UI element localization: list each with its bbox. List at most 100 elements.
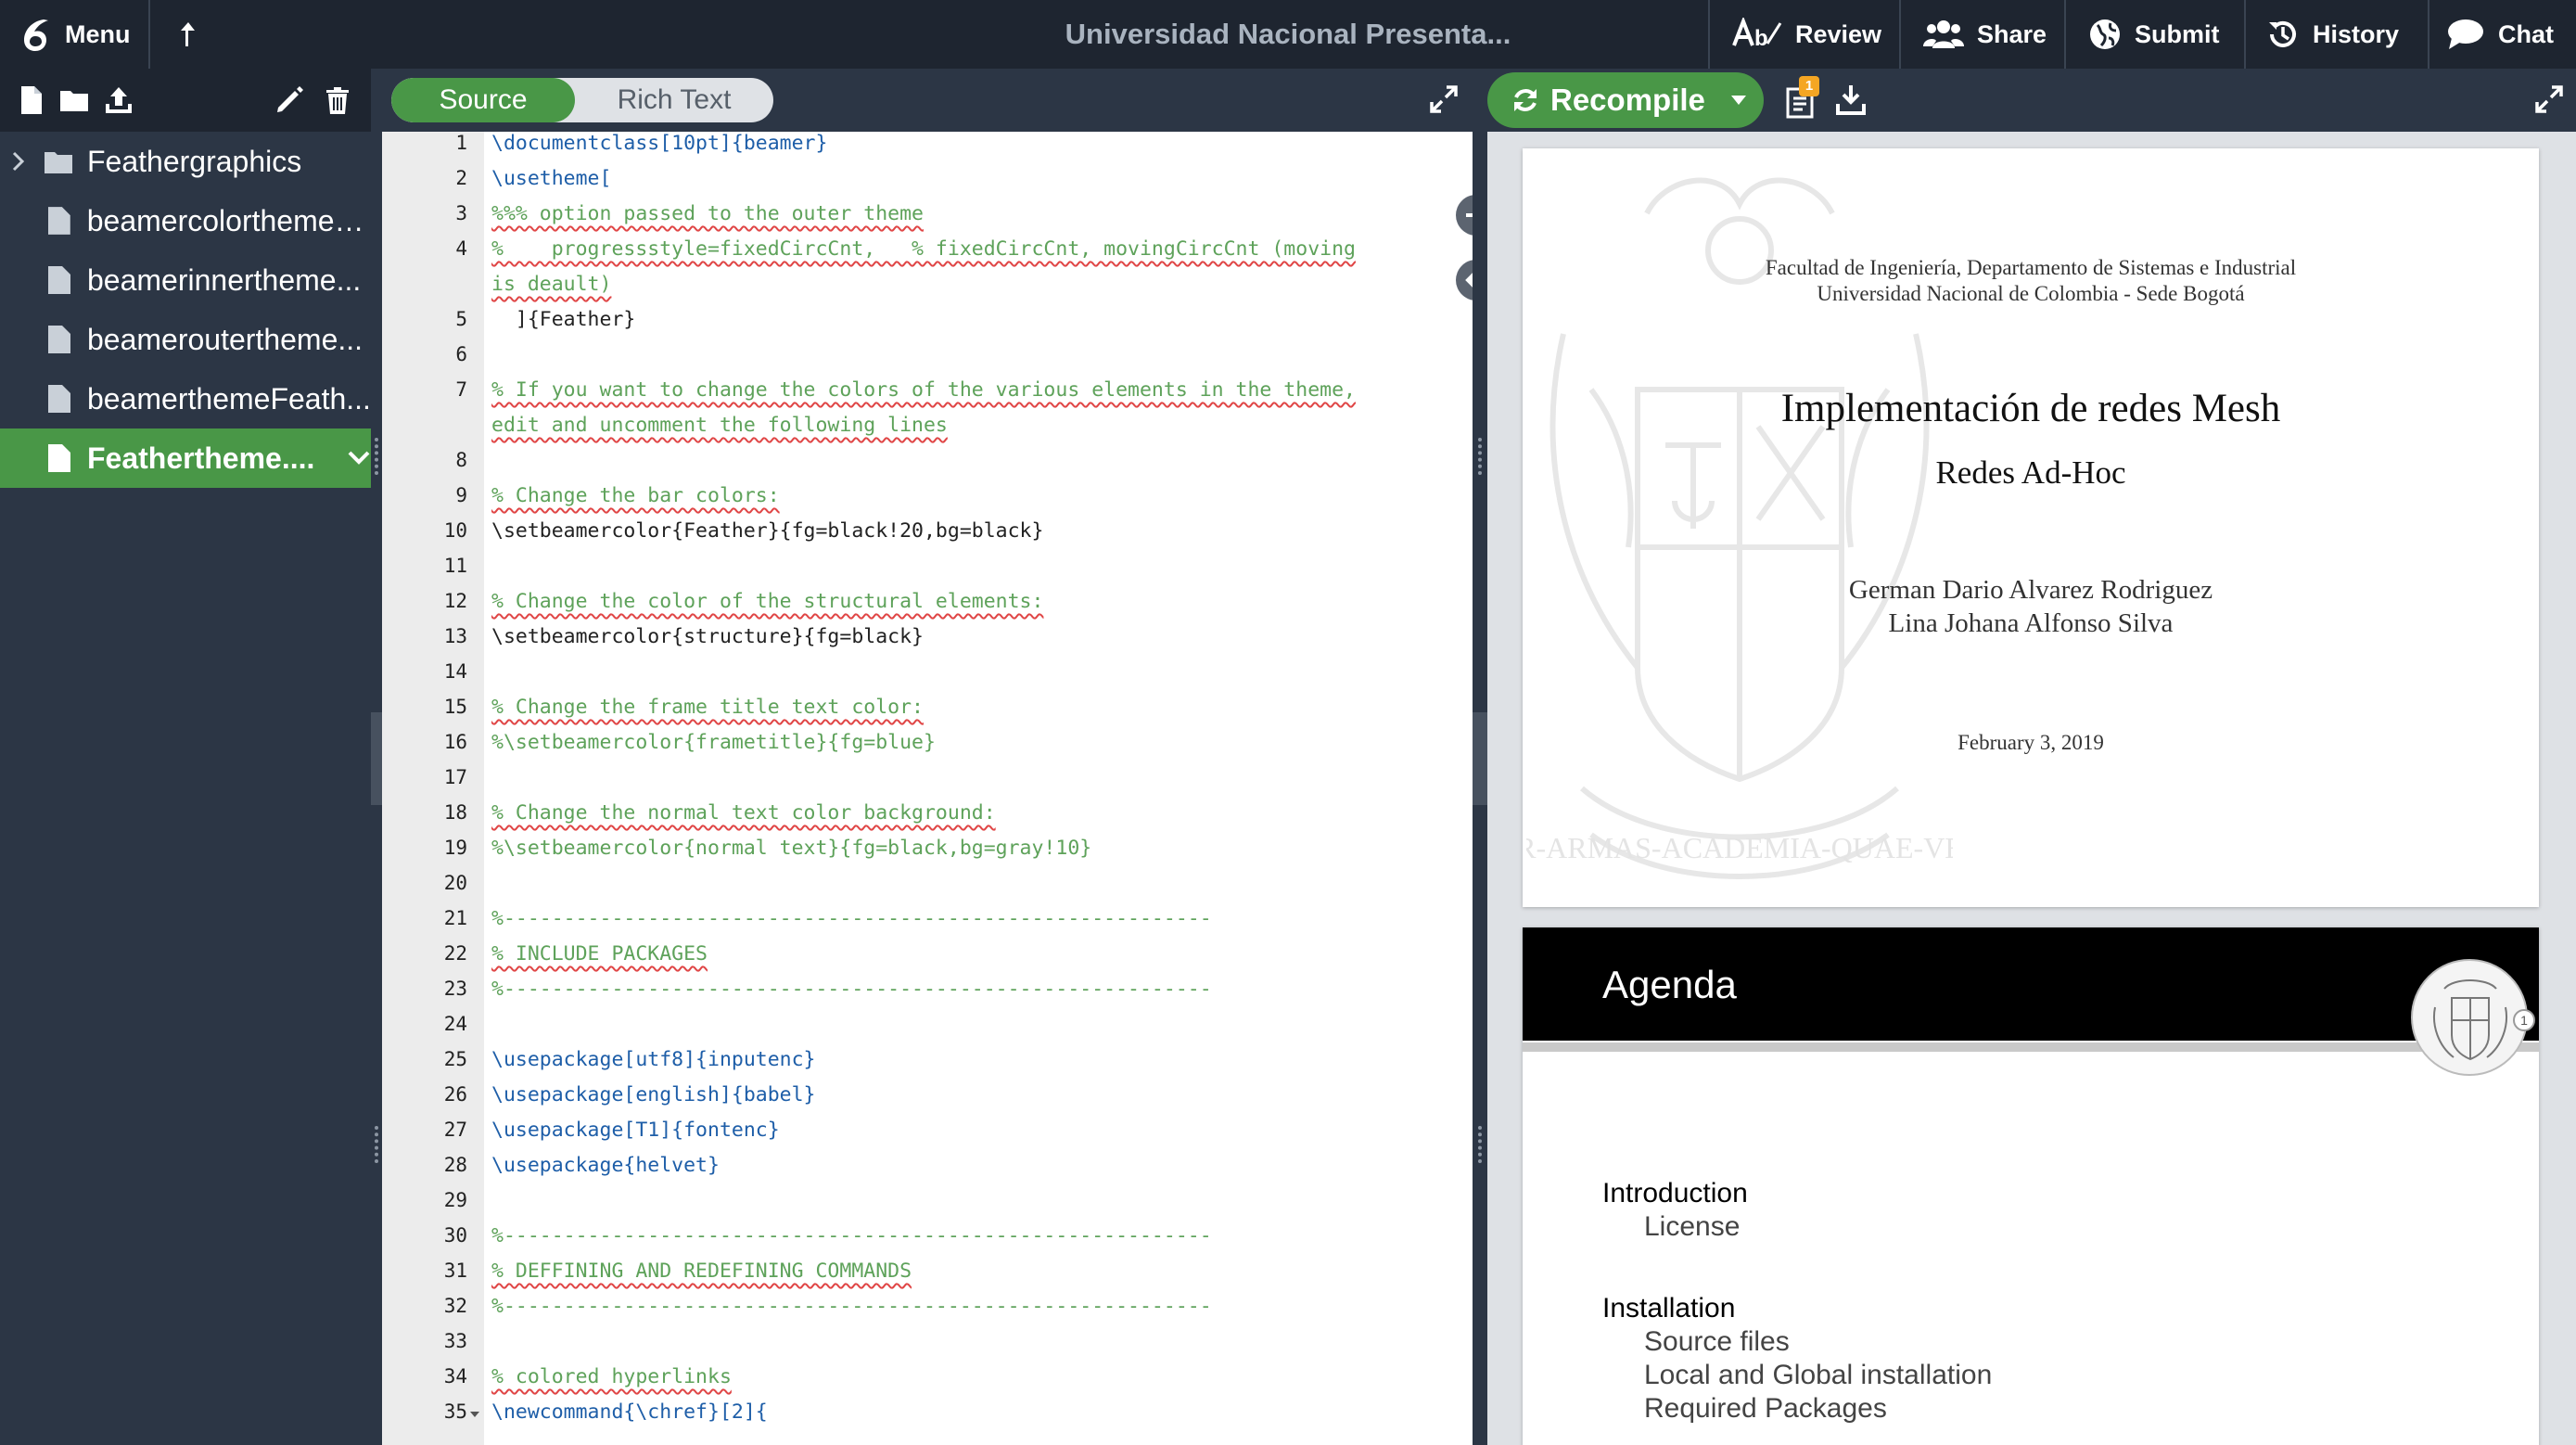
share-button[interactable]: Share: [1923, 0, 2047, 69]
file-tree-panel: Feathergraphics beamercolorthemeF... bea…: [0, 69, 371, 1445]
line-number: 21: [443, 907, 467, 929]
faculty-line: Facultad de Ingeniería, Departamento de …: [1765, 256, 2297, 279]
rich-text-mode-button[interactable]: Rich Text: [575, 78, 773, 122]
line-number: 7: [455, 378, 467, 401]
expand-icon[interactable]: [1430, 85, 1458, 113]
chat-button[interactable]: Chat: [2446, 0, 2554, 69]
code-line: edit and uncomment the following lines: [491, 414, 948, 437]
seal-motto: INTER-ARMAS-ACADEMIA-QUAE-VERUM: [1526, 831, 1953, 864]
university-seal-icon: [2433, 979, 2507, 1061]
review-button[interactable]: b Review: [1730, 0, 1881, 69]
agenda-section: Introduction: [1602, 1178, 1748, 1208]
drag-handle[interactable]: [1478, 438, 1482, 475]
history-button[interactable]: History: [2266, 0, 2399, 69]
agenda-section: Installation: [1602, 1293, 1736, 1324]
divider: [2064, 0, 2066, 69]
line-number: 11: [443, 555, 467, 577]
drag-handle[interactable]: [375, 438, 378, 475]
editor-toolbar: Source Rich Text: [382, 69, 1473, 132]
line-number: 6: [455, 343, 467, 365]
line-number: 22: [443, 942, 467, 965]
users-icon: [1923, 20, 1964, 48]
code-line: %\setbeamercolor{frametitle}{fg=blue}: [491, 731, 936, 754]
editor-mode-toggle: Source Rich Text: [391, 78, 773, 122]
presentation-subtitle: Redes Ad-Hoc: [1935, 454, 2126, 491]
up-level-button[interactable]: [178, 0, 198, 69]
upload-icon[interactable]: [104, 85, 134, 115]
line-number: 8: [455, 449, 467, 471]
code-line: %---------------------------------------…: [491, 907, 1212, 930]
history-label: History: [2313, 19, 2400, 48]
line-number: 24: [443, 1013, 467, 1035]
file-tree-resizer[interactable]: [371, 69, 382, 1445]
logs-button[interactable]: 1: [1786, 76, 1819, 119]
chat-label: Chat: [2498, 19, 2554, 48]
recompile-button[interactable]: Recompile: [1487, 72, 1764, 128]
code-line: %---------------------------------------…: [491, 1295, 1212, 1318]
author-2: Lina Johana Alfonso Silva: [1888, 608, 2174, 638]
university-line: Universidad Nacional de Colombia - Sede …: [1817, 282, 2245, 305]
submit-label: Submit: [2135, 19, 2220, 48]
line-number: 27: [443, 1119, 467, 1141]
globe-icon: [2090, 19, 2120, 49]
presentation-date: February 3, 2019: [1958, 731, 2104, 754]
line-number: 14: [443, 660, 467, 683]
new-file-icon[interactable]: [17, 85, 46, 115]
presentation-title: Implementación de redes Mesh: [1780, 387, 2281, 430]
file-tree-label: Feathertheme....: [87, 441, 315, 475]
file-icon: [48, 266, 70, 294]
line-number: 12: [443, 590, 467, 612]
line-number: 33: [443, 1330, 467, 1352]
frame-title-underline: [1523, 1042, 2539, 1052]
file-tree-item[interactable]: beamerthemeFeath...: [0, 369, 371, 428]
file-tree-item[interactable]: beameroutertheme...: [0, 310, 371, 369]
line-number: 13: [443, 625, 467, 647]
top-bar: Menu Universidad Nacional Presenta... b …: [0, 0, 2576, 69]
drag-handle[interactable]: [1478, 1126, 1482, 1163]
line-number: 19: [443, 837, 467, 859]
collapse-handle[interactable]: [1473, 712, 1487, 805]
file-tree-label: beameroutertheme...: [87, 322, 363, 356]
divider: [2428, 0, 2429, 69]
download-icon[interactable]: [1836, 83, 1866, 115]
caret-down-icon[interactable]: [1730, 95, 1747, 106]
agenda-heading: Agenda: [1602, 963, 1737, 1006]
sync-to-code-button[interactable]: [1456, 260, 1473, 301]
code-line: % Change the color of the structural ele…: [491, 590, 1044, 613]
svg-text:b: b: [1754, 26, 1768, 51]
file-tree-item[interactable]: beamercolorthemeF...: [0, 191, 371, 250]
line-number: 10: [443, 519, 467, 542]
file-icon: [48, 385, 70, 413]
code-line: \usepackage[english]{babel}: [491, 1083, 816, 1106]
chat-icon: [2448, 19, 2483, 49]
delete-trash-icon[interactable]: [323, 85, 352, 115]
line-number: 5: [455, 308, 467, 330]
share-label: Share: [1977, 19, 2047, 48]
code-line: %\setbeamercolor{normal text}{fg=black,b…: [491, 837, 1092, 860]
rename-pencil-icon[interactable]: [274, 85, 304, 115]
line-number: 35: [443, 1400, 467, 1423]
editor-resizer[interactable]: [1473, 69, 1487, 1445]
submit-button[interactable]: Submit: [2088, 0, 2220, 69]
fold-arrow-icon[interactable]: [469, 1410, 480, 1419]
expand-pdf-icon[interactable]: [2535, 85, 2563, 113]
chevron-right-icon[interactable]: [11, 150, 26, 173]
code-line: %%% option passed to the outer theme: [491, 202, 924, 225]
collapse-handle[interactable]: [371, 712, 382, 805]
file-tree-folder-feathergraphics[interactable]: Feathergraphics: [0, 132, 371, 191]
chevron-down-icon[interactable]: [347, 450, 371, 467]
file-tree-label: beamerinnertheme...: [87, 262, 362, 297]
code-line: % If you want to change the colors of th…: [491, 378, 1356, 402]
file-tree-item-selected[interactable]: Feathertheme....: [0, 428, 371, 488]
line-number: 4: [455, 237, 467, 260]
file-tree-item[interactable]: beamerinnertheme...: [0, 250, 371, 310]
new-folder-icon[interactable]: [59, 85, 89, 115]
source-mode-button[interactable]: Source: [391, 78, 575, 122]
drag-handle[interactable]: [375, 1126, 378, 1163]
menu-button[interactable]: Menu: [19, 0, 131, 69]
sync-to-pdf-button[interactable]: [1456, 195, 1473, 236]
pdf-viewer[interactable]: INTER-ARMAS-ACADEMIA-QUAE-VERUM Facultad…: [1487, 132, 2576, 1445]
line-number: 20: [443, 872, 467, 894]
divider: [148, 0, 150, 69]
code-editor[interactable]: 1 2 3 4 5 6 7 8 9 10 11 12 13 14 15 16 1…: [382, 132, 1473, 1445]
